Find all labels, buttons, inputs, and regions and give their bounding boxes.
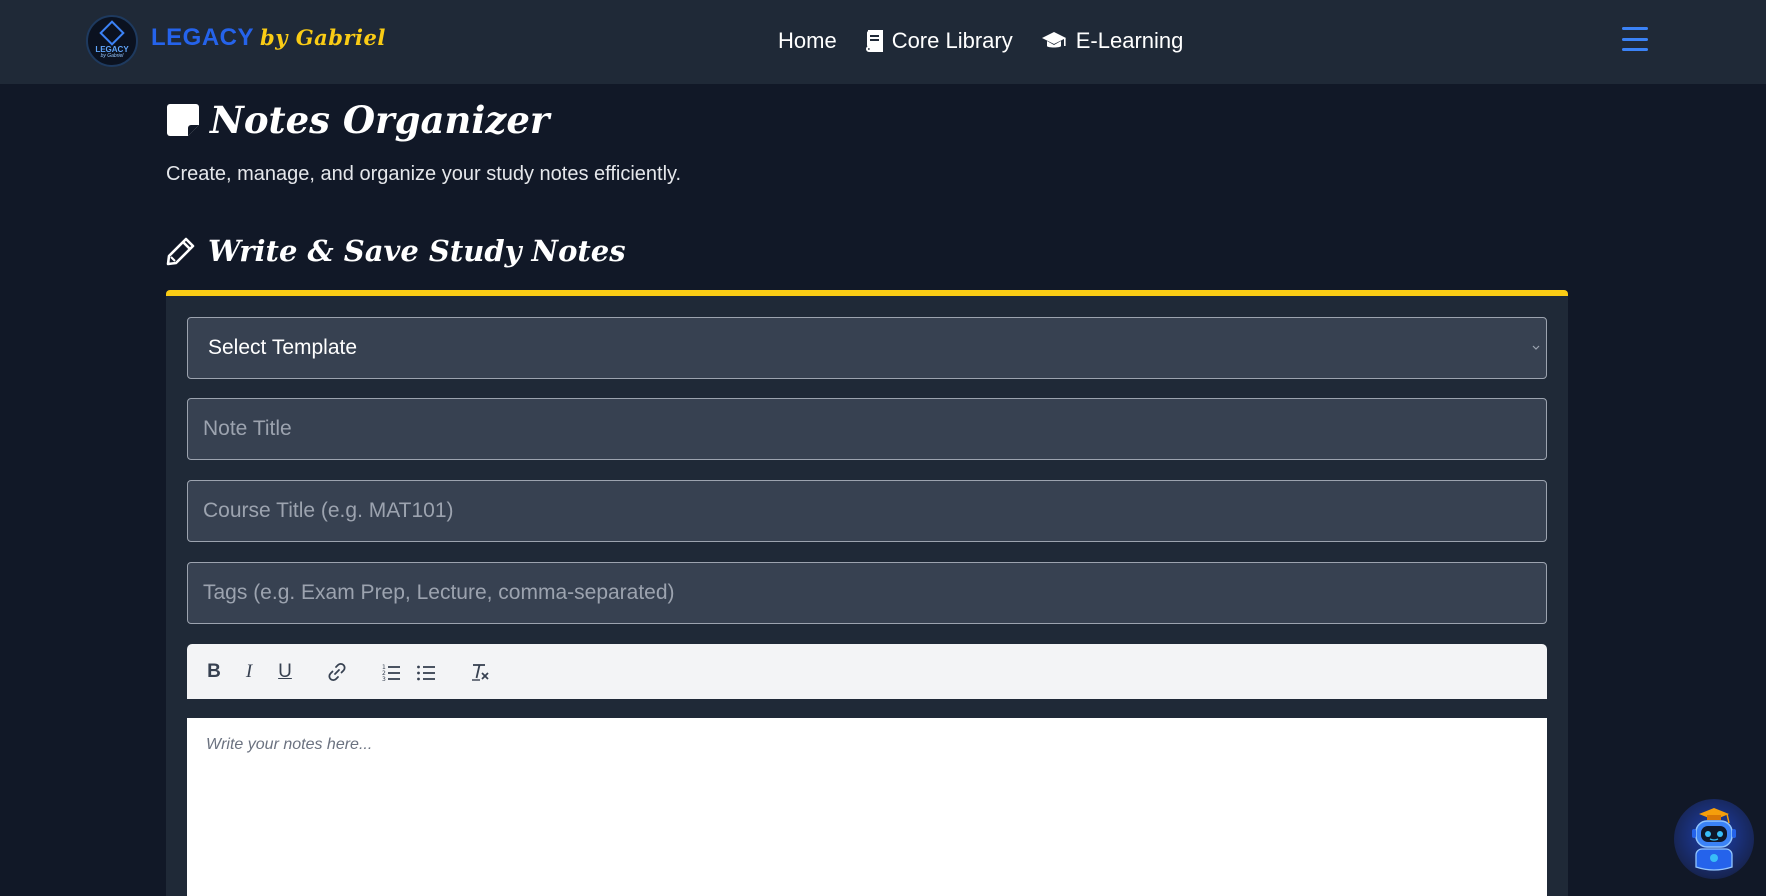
bullet-list-button[interactable] <box>416 662 436 682</box>
template-select[interactable]: Select Template <box>187 317 1547 379</box>
section-title: Write & Save Study Notes <box>208 234 626 268</box>
note-title-input[interactable] <box>187 398 1547 460</box>
navbar: LEGACY by Gabriel LEGACY by Gabriel Home … <box>0 0 1766 84</box>
brand-legacy: LEGACY <box>151 24 255 51</box>
pencil-icon <box>166 237 195 266</box>
logo-badge[interactable]: LEGACY by Gabriel <box>86 15 138 67</box>
italic-button[interactable]: I <box>239 661 259 682</box>
nav-core-library-label: Core Library <box>891 28 1013 53</box>
bullet-list-icon <box>417 665 435 681</box>
hamburger-line <box>1622 48 1648 51</box>
graduation-cap-icon <box>1041 32 1066 48</box>
clear-format-button[interactable] <box>470 662 490 682</box>
brand-name[interactable]: LEGACY by Gabriel <box>151 24 386 52</box>
hamburger-menu-icon[interactable] <box>1622 27 1648 51</box>
nav-e-learning-label: E-Learning <box>1075 28 1184 53</box>
underline-button[interactable]: U <box>275 661 295 682</box>
editor-toolbar: B I U 1 2 3 <box>187 644 1547 699</box>
hamburger-line <box>1622 37 1648 41</box>
brand-by-gabriel: by Gabriel <box>260 25 386 50</box>
logo-subtext: by Gabriel <box>100 52 124 59</box>
nav-home-label: Home <box>778 28 837 53</box>
link-icon <box>328 662 346 682</box>
nav-e-learning[interactable]: E-Learning <box>1041 28 1184 54</box>
ordered-list-icon: 1 2 3 <box>382 664 400 682</box>
clear-format-icon <box>472 664 489 681</box>
ordered-list-button[interactable]: 1 2 3 <box>381 662 401 682</box>
editor-placeholder: Write your notes here... <box>206 736 373 753</box>
book-icon <box>865 30 883 52</box>
cube-icon <box>99 19 125 46</box>
nav-home[interactable]: Home <box>778 28 837 54</box>
chatbot-button[interactable] <box>1674 799 1754 879</box>
robot-assistant-icon <box>1692 808 1736 871</box>
page-heading: Notes Organizer <box>166 98 549 142</box>
tags-input[interactable] <box>187 562 1547 624</box>
course-title-input[interactable] <box>187 480 1547 542</box>
bold-button[interactable]: B <box>204 661 224 682</box>
nav-core-library[interactable]: Core Library <box>865 28 1013 54</box>
template-select-value: Select Template <box>208 336 358 359</box>
chevron-down-icon <box>1532 345 1540 350</box>
notes-editor[interactable]: Write your notes here... <box>187 718 1547 896</box>
section-heading: Write & Save Study Notes <box>166 234 626 268</box>
link-button[interactable] <box>327 662 347 682</box>
hamburger-line <box>1622 27 1648 30</box>
svg-text:3: 3 <box>382 676 386 682</box>
page-title: Notes Organizer <box>210 98 550 142</box>
nav-links: Home Core Library E-Learning <box>778 26 1183 56</box>
sticky-note-icon <box>167 104 199 136</box>
page-subtitle: Create, manage, and organize your study … <box>166 163 682 185</box>
